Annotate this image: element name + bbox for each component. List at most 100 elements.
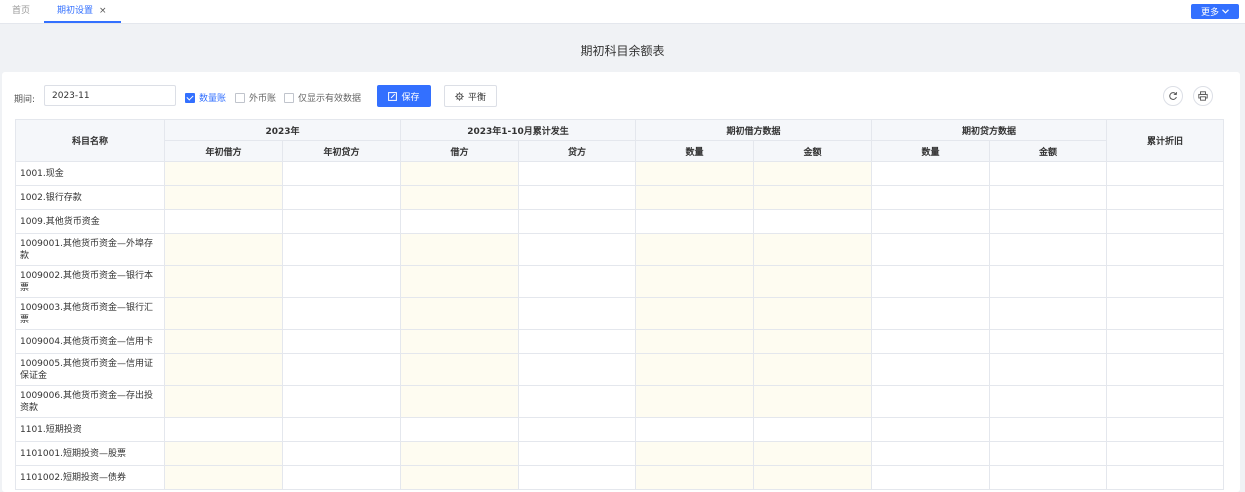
save-button[interactable]: 保存 (377, 85, 431, 107)
cell-credit-quantity[interactable] (871, 297, 991, 330)
cell-debit-quantity[interactable] (635, 385, 755, 418)
cell-debit-quantity[interactable] (635, 265, 755, 298)
cell-credit[interactable] (517, 185, 637, 210)
cell-debit-amount[interactable] (753, 417, 873, 442)
cell-debit-quantity[interactable] (635, 209, 755, 234)
cell-credit-amount[interactable] (989, 209, 1108, 234)
cell-debit[interactable] (400, 297, 519, 330)
cell-debit[interactable] (400, 417, 519, 442)
cell-debit[interactable] (400, 353, 519, 386)
cell-debit-amount[interactable] (753, 265, 873, 298)
cell-year-credit[interactable] (282, 209, 401, 234)
cell-credit-quantity[interactable] (871, 385, 991, 418)
cell-debit[interactable] (400, 465, 519, 490)
cell-year-debit[interactable] (164, 353, 283, 386)
cell-credit-quantity[interactable] (871, 353, 991, 386)
cell-credit[interactable] (517, 161, 637, 186)
cell-debit-amount[interactable] (753, 441, 873, 466)
cell-credit-amount[interactable] (989, 161, 1108, 186)
cell-debit[interactable] (400, 209, 519, 234)
cell-debit-amount[interactable] (753, 161, 873, 186)
refresh-button[interactable] (1163, 86, 1183, 106)
tab-home[interactable]: 首页 (12, 0, 30, 23)
cell-debit-quantity[interactable] (635, 233, 755, 266)
cell-credit-quantity[interactable] (871, 329, 991, 354)
cell-credit[interactable] (517, 441, 637, 466)
cell-depreciation[interactable] (1106, 329, 1225, 354)
print-button[interactable] (1193, 86, 1213, 106)
cell-year-credit[interactable] (282, 385, 401, 418)
cell-credit-quantity[interactable] (871, 161, 991, 186)
cell-debit[interactable] (400, 329, 519, 354)
cell-depreciation[interactable] (1106, 385, 1225, 418)
cell-debit-amount[interactable] (753, 209, 873, 234)
cell-debit[interactable] (400, 265, 519, 298)
cell-credit-amount[interactable] (989, 385, 1108, 418)
balance-button[interactable]: 平衡 (444, 85, 497, 107)
cell-debit[interactable] (400, 185, 519, 210)
close-icon[interactable]: × (99, 6, 107, 16)
cell-depreciation[interactable] (1106, 209, 1225, 234)
cell-credit-amount[interactable] (989, 185, 1108, 210)
checkbox-foreign-currency[interactable]: 外币账 (235, 91, 276, 104)
cell-year-debit[interactable] (164, 465, 283, 490)
cell-credit-amount[interactable] (989, 233, 1108, 266)
checkbox-valid-only[interactable]: 仅显示有效数据 (284, 91, 361, 104)
cell-debit-amount[interactable] (753, 385, 873, 418)
cell-debit-amount[interactable] (753, 329, 873, 354)
cell-year-credit[interactable] (282, 185, 401, 210)
cell-year-credit[interactable] (282, 353, 401, 386)
cell-year-credit[interactable] (282, 233, 401, 266)
cell-debit-amount[interactable] (753, 233, 873, 266)
cell-year-credit[interactable] (282, 441, 401, 466)
cell-year-debit[interactable] (164, 161, 283, 186)
cell-year-credit[interactable] (282, 417, 401, 442)
cell-year-debit[interactable] (164, 233, 283, 266)
cell-year-debit[interactable] (164, 265, 283, 298)
cell-year-debit[interactable] (164, 441, 283, 466)
cell-year-debit[interactable] (164, 185, 283, 210)
cell-depreciation[interactable] (1106, 465, 1225, 490)
cell-credit-amount[interactable] (989, 441, 1108, 466)
cell-credit[interactable] (517, 385, 637, 418)
cell-depreciation[interactable] (1106, 161, 1225, 186)
cell-year-credit[interactable] (282, 329, 401, 354)
cell-credit-amount[interactable] (989, 297, 1108, 330)
cell-credit[interactable] (517, 417, 637, 442)
cell-year-credit[interactable] (282, 265, 401, 298)
cell-year-debit[interactable] (164, 297, 283, 330)
cell-year-debit[interactable] (164, 385, 283, 418)
cell-depreciation[interactable] (1106, 265, 1225, 298)
cell-credit-quantity[interactable] (871, 209, 991, 234)
cell-credit-quantity[interactable] (871, 265, 991, 298)
checkbox-quantity[interactable]: 数量账 (185, 91, 226, 104)
cell-credit[interactable] (517, 265, 637, 298)
cell-debit-quantity[interactable] (635, 353, 755, 386)
cell-debit-quantity[interactable] (635, 297, 755, 330)
more-button[interactable]: 更多 (1191, 4, 1239, 19)
cell-year-debit[interactable] (164, 209, 283, 234)
cell-credit-amount[interactable] (989, 265, 1108, 298)
cell-credit[interactable] (517, 465, 637, 490)
cell-debit-quantity[interactable] (635, 329, 755, 354)
cell-debit-quantity[interactable] (635, 161, 755, 186)
tab-initial-settings[interactable]: 期初设置 × (44, 0, 121, 23)
cell-depreciation[interactable] (1106, 297, 1225, 330)
cell-debit[interactable] (400, 161, 519, 186)
cell-depreciation[interactable] (1106, 441, 1225, 466)
cell-credit-quantity[interactable] (871, 417, 991, 442)
cell-credit-quantity[interactable] (871, 185, 991, 210)
cell-year-credit[interactable] (282, 297, 401, 330)
cell-debit-quantity[interactable] (635, 417, 755, 442)
cell-debit-quantity[interactable] (635, 465, 755, 490)
cell-credit[interactable] (517, 233, 637, 266)
cell-debit-amount[interactable] (753, 465, 873, 490)
cell-credit[interactable] (517, 209, 637, 234)
cell-debit-amount[interactable] (753, 353, 873, 386)
cell-debit[interactable] (400, 233, 519, 266)
cell-debit-amount[interactable] (753, 185, 873, 210)
cell-depreciation[interactable] (1106, 417, 1225, 442)
cell-debit[interactable] (400, 441, 519, 466)
cell-credit-amount[interactable] (989, 465, 1108, 490)
cell-credit-quantity[interactable] (871, 441, 991, 466)
